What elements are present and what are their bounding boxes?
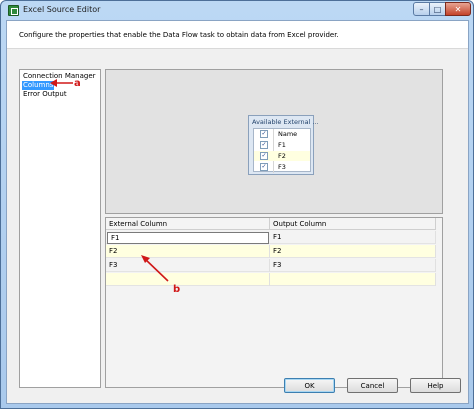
output-column-cell[interactable]: F1 (270, 231, 436, 244)
page-navigation-list: Connection Manager Columns Error Output (19, 69, 101, 388)
window-title: Excel Source Editor (23, 5, 101, 14)
output-column-cell[interactable] (270, 273, 436, 286)
new-row-placeholder[interactable] (106, 273, 436, 286)
column-mapping-area: Available External ... ✓ Name ✓ F1 ✓ F2 (105, 69, 443, 214)
nav-item-connection-manager[interactable]: Connection Manager (22, 72, 97, 81)
output-column-cell[interactable]: F3 (270, 259, 436, 272)
excel-source-icon (8, 5, 19, 16)
available-column-row: ✓ F2 (254, 151, 310, 161)
output-column-cell[interactable]: F2 (270, 245, 436, 258)
external-column-cell[interactable]: F2 (106, 245, 270, 258)
table-row: F3 F3 (106, 259, 436, 272)
available-columns-grid: ✓ Name ✓ F1 ✓ F2 ✓ F3 (253, 128, 311, 173)
cancel-button[interactable]: Cancel (347, 378, 398, 393)
column-mapping-grid: External Column Output Column F1 F1 F2 F… (105, 217, 443, 388)
annotation-label-b: b (173, 284, 181, 295)
nav-item-columns[interactable]: Columns (22, 81, 55, 90)
external-column-cell[interactable] (106, 273, 270, 286)
external-column-cell[interactable]: F3 (106, 259, 270, 272)
title-bar[interactable]: Excel Source Editor – □ ✕ (1, 1, 473, 20)
maximize-button[interactable]: □ (429, 2, 446, 16)
available-columns-title: Available External ... (252, 118, 319, 126)
column-checkbox[interactable]: ✓ (260, 141, 268, 149)
ok-button[interactable]: OK (284, 378, 335, 393)
column-name: F2 (278, 152, 286, 160)
excel-source-editor-window: Excel Source Editor – □ ✕ Configure the … (0, 0, 474, 409)
available-column-row: ✓ F1 (254, 140, 310, 150)
output-column-header[interactable]: Output Column (270, 218, 436, 230)
external-column-header[interactable]: External Column (106, 218, 270, 230)
column-checkbox[interactable]: ✓ (260, 152, 268, 160)
column-name: F1 (278, 141, 286, 149)
minimize-button[interactable]: – (413, 2, 430, 16)
select-all-checkbox[interactable]: ✓ (260, 130, 268, 138)
table-row: F1 F1 (106, 231, 436, 244)
column-checkbox[interactable]: ✓ (260, 163, 268, 171)
help-button[interactable]: Help (410, 378, 461, 393)
external-column-cell[interactable]: F1 (107, 232, 269, 244)
nav-item-error-output[interactable]: Error Output (22, 90, 68, 99)
close-button[interactable]: ✕ (445, 2, 471, 16)
table-row: F2 F2 (106, 245, 436, 258)
available-column-row: ✓ F3 (254, 162, 310, 172)
available-columns-header-row: ✓ Name (254, 129, 310, 139)
name-column-header: Name (278, 130, 298, 138)
dialog-description: Configure the properties that enable the… (19, 31, 339, 39)
available-external-columns-box[interactable]: Available External ... ✓ Name ✓ F1 ✓ F2 (248, 115, 319, 175)
annotation-label-a: a (74, 78, 81, 89)
description-band: Configure the properties that enable the… (7, 21, 468, 49)
column-name: F3 (278, 163, 286, 171)
